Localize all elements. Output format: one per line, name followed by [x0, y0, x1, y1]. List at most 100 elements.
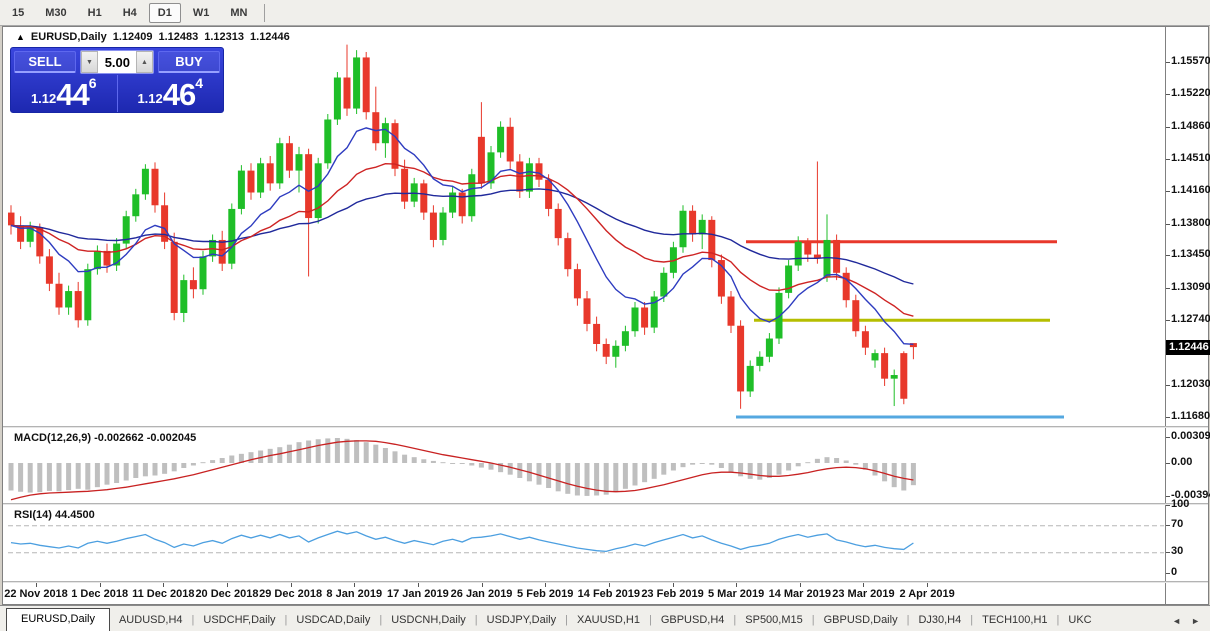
- date-axis-tick: [863, 583, 864, 587]
- sell-price-prefix: 1.12: [31, 91, 56, 106]
- date-axis-label: 22 Nov 2018: [4, 588, 68, 600]
- rsi-axis-tick: [1166, 505, 1170, 506]
- volume-increase-icon[interactable]: ▲: [136, 51, 153, 73]
- date-axis-tick: [36, 583, 37, 587]
- buy-price-pip: 4: [195, 75, 203, 91]
- tab-gbpusd-h4[interactable]: GBPUSD,H4: [652, 610, 734, 631]
- macd-label: MACD(12,26,9) -0.002662 -0.002045: [14, 432, 196, 444]
- price-axis-label: 1.13090: [1171, 281, 1210, 293]
- sell-price-main: 44: [56, 80, 88, 109]
- date-axis-tick: [227, 583, 228, 587]
- date-axis-label: 23 Mar 2019: [832, 588, 894, 600]
- price-axis-label: 1.13800: [1171, 217, 1210, 229]
- tab-gbpusd-daily[interactable]: GBPUSD,Daily: [815, 610, 907, 631]
- price-axis-tick: [1166, 320, 1170, 321]
- sell-price-button[interactable]: 1.12446: [11, 75, 118, 112]
- price-axis-label: 1.15570: [1171, 55, 1210, 67]
- price-axis-label: 1.14510: [1171, 152, 1210, 164]
- tab-usdchf-daily[interactable]: USDCHF,Daily: [194, 610, 284, 631]
- tab-usdcnh-daily[interactable]: USDCNH,Daily: [382, 610, 475, 631]
- date-axis-tick: [609, 583, 610, 587]
- price-axis-tick: [1166, 62, 1170, 63]
- date-axis-tick: [927, 583, 928, 587]
- date-axis-tick: [163, 583, 164, 587]
- macd-axis-tick: [1166, 496, 1170, 497]
- date-axis-tick: [673, 583, 674, 587]
- rsi-label: RSI(14) 44.4500: [14, 509, 95, 521]
- date-axis-tick: [736, 583, 737, 587]
- rsi-axis-label: 30: [1171, 545, 1183, 557]
- tab-scroll-right-icon[interactable]: ►: [1191, 616, 1200, 626]
- price-axis-tick: [1166, 385, 1170, 386]
- sell-button[interactable]: SELL: [14, 51, 76, 73]
- price-axis-label: 1.12740: [1171, 313, 1210, 325]
- date-axis-label: 14 Mar 2019: [769, 588, 831, 600]
- rsi-panel-canvas[interactable]: [8, 505, 1164, 580]
- ohlc-close: 1.12446: [250, 31, 290, 43]
- rsi-axis-label: 100: [1171, 498, 1189, 510]
- collapse-trade-panel-icon[interactable]: ▲: [16, 32, 25, 42]
- tab-audusd-h4[interactable]: AUDUSD,H4: [110, 610, 192, 631]
- timeframe-button-d1[interactable]: D1: [149, 3, 181, 23]
- price-axis-tick: [1166, 417, 1170, 418]
- macd-axis-tick: [1166, 437, 1170, 438]
- timeframe-button-15[interactable]: 15: [3, 3, 33, 23]
- price-axis-label: 1.11680: [1171, 410, 1210, 422]
- price-axis-tick: [1166, 94, 1170, 95]
- price-axis-tick: [1166, 288, 1170, 289]
- date-axis-label: 14 Feb 2019: [578, 588, 640, 600]
- price-axis-label: 1.14860: [1171, 120, 1210, 132]
- date-axis-label: 26 Jan 2019: [451, 588, 513, 600]
- one-click-trade-panel: SELL ▼ 5.00 ▲ BUY 1.12446 1.12464: [10, 47, 224, 113]
- tab-scroll-left-icon[interactable]: ◄: [1172, 616, 1181, 626]
- buy-price-prefix: 1.12: [137, 91, 162, 106]
- volume-spinner: ▼ 5.00 ▲: [80, 50, 154, 74]
- tab-xauusd-h1[interactable]: XAUUSD,H1: [568, 610, 649, 631]
- volume-decrease-icon[interactable]: ▼: [81, 51, 98, 73]
- timeframe-button-h1[interactable]: H1: [79, 3, 111, 23]
- macd-axis-label: 0.00: [1171, 456, 1192, 468]
- tab-eurusd-daily[interactable]: EURUSD,Daily: [6, 608, 110, 631]
- tab-dj30-h4[interactable]: DJ30,H4: [909, 610, 970, 631]
- buy-button[interactable]: BUY: [158, 51, 220, 73]
- timeframe-button-w1[interactable]: W1: [184, 3, 219, 23]
- tab-usdcad-daily[interactable]: USDCAD,Daily: [287, 610, 379, 631]
- date-axis-label: 11 Dec 2018: [132, 588, 194, 600]
- date-axis-tick: [418, 583, 419, 587]
- tab-ukc[interactable]: UKC: [1059, 610, 1100, 631]
- chart-tab-bar: EURUSD,DailyAUDUSD,H4|USDCHF,Daily|USDCA…: [0, 605, 1210, 631]
- date-axis-tick: [545, 583, 546, 587]
- current-price-tag: 1.12446: [1166, 340, 1210, 355]
- date-axis-label: 5 Feb 2019: [517, 588, 573, 600]
- timeframe-button-mn[interactable]: MN: [221, 3, 256, 23]
- buy-price-main: 46: [163, 80, 195, 109]
- volume-input[interactable]: 5.00: [98, 51, 136, 73]
- ohlc-low: 1.12313: [204, 31, 244, 43]
- chart-symbol-label: EURUSD,Daily: [31, 31, 107, 43]
- ohlc-open: 1.12409: [113, 31, 153, 43]
- price-axis-tick: [1166, 127, 1170, 128]
- date-axis-label: 8 Jan 2019: [326, 588, 382, 600]
- timeframe-button-h4[interactable]: H4: [114, 3, 146, 23]
- buy-price-button[interactable]: 1.12464: [118, 75, 224, 112]
- date-axis-label: 5 Mar 2019: [708, 588, 764, 600]
- price-axis-label: 1.13450: [1171, 248, 1210, 260]
- toolbar-separator: [264, 4, 265, 22]
- rsi-axis-tick: [1166, 552, 1170, 553]
- tab-sp500-m15[interactable]: SP500,M15: [736, 610, 811, 631]
- macd-axis-tick: [1166, 463, 1170, 464]
- tab-usdjpy-daily[interactable]: USDJPY,Daily: [478, 610, 566, 631]
- timeframe-button-m30[interactable]: M30: [36, 3, 75, 23]
- date-axis-tick: [291, 583, 292, 587]
- tab-tech100-h1[interactable]: TECH100,H1: [973, 610, 1056, 631]
- rsi-axis-tick: [1166, 573, 1170, 574]
- rsi-axis-label: 70: [1171, 518, 1183, 530]
- axis-divider: [1165, 27, 1166, 604]
- date-axis-label: 29 Dec 2018: [259, 588, 322, 600]
- price-axis-tick: [1166, 224, 1170, 225]
- date-axis-tick: [800, 583, 801, 587]
- chart-title: ▲ EURUSD,Daily 1.12409 1.12483 1.12313 1…: [16, 31, 290, 43]
- mt4-window: { "toolbar": { "timeframes": ["15","M30"…: [0, 0, 1210, 631]
- tab-scrollers: ◄►: [1168, 612, 1210, 631]
- rsi-axis-label: 0: [1171, 566, 1177, 578]
